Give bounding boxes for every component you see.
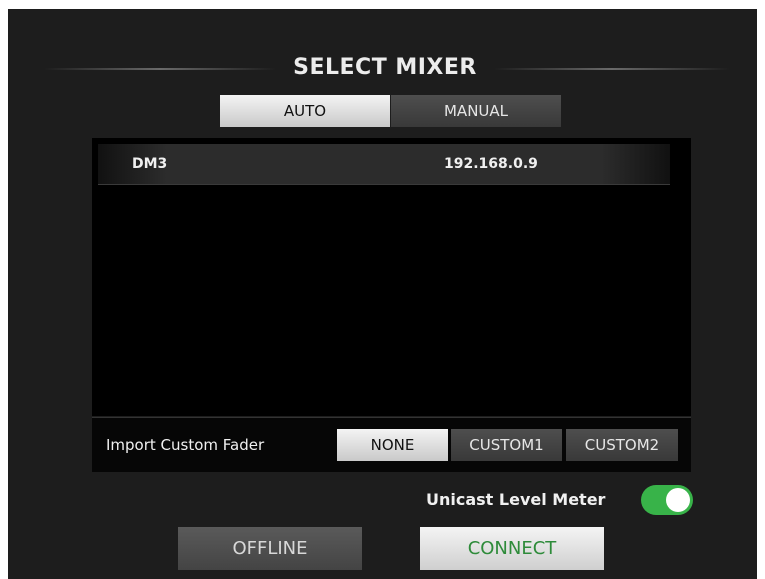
offline-button[interactable]: OFFLINE bbox=[178, 527, 362, 570]
tab-auto[interactable]: AUTO bbox=[220, 95, 390, 127]
mixer-name: DM3 bbox=[132, 156, 168, 172]
unicast-level-meter-toggle[interactable] bbox=[641, 485, 693, 515]
dialog-header: SELECT MIXER bbox=[8, 51, 757, 87]
mixer-list-item[interactable]: DM3 192.168.0.9 bbox=[98, 144, 670, 185]
mixer-ip-address: 192.168.0.9 bbox=[444, 156, 538, 172]
import-custom-fader-label: Import Custom Fader bbox=[106, 436, 265, 454]
fader-custom1-button[interactable]: CUSTOM1 bbox=[451, 429, 562, 461]
toggle-knob bbox=[666, 488, 690, 512]
title-divider-left bbox=[44, 68, 276, 70]
fader-none-button[interactable]: NONE bbox=[337, 429, 448, 461]
unicast-level-meter-label: Unicast Level Meter bbox=[426, 490, 606, 509]
import-custom-fader-bar: Import Custom Fader NONE CUSTOM1 CUSTOM2 bbox=[92, 417, 691, 472]
title-divider-right bbox=[494, 68, 730, 70]
dialog-title: SELECT MIXER bbox=[293, 55, 477, 80]
tab-manual[interactable]: MANUAL bbox=[391, 95, 561, 127]
connect-button[interactable]: CONNECT bbox=[420, 527, 604, 570]
select-mixer-dialog: SELECT MIXER AUTO MANUAL DM3 192.168.0.9… bbox=[8, 9, 757, 579]
fader-custom2-button[interactable]: CUSTOM2 bbox=[566, 429, 678, 461]
mixer-list: DM3 192.168.0.9 bbox=[92, 138, 691, 416]
